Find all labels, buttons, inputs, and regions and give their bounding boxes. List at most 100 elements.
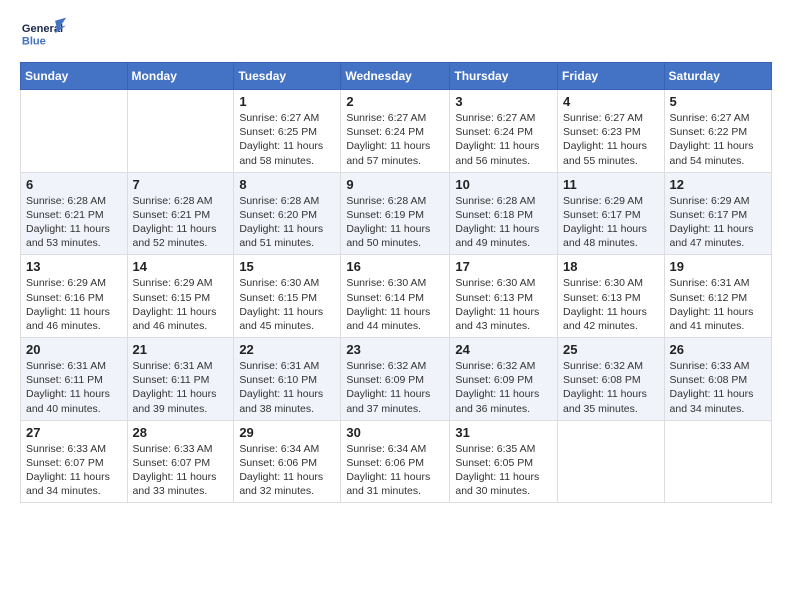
day-info: Sunrise: 6:27 AMSunset: 6:24 PMDaylight:… <box>346 111 444 168</box>
calendar-cell: 7Sunrise: 6:28 AMSunset: 6:21 PMDaylight… <box>127 172 234 255</box>
calendar-cell: 5 Sunrise: 6:27 AMSunset: 6:22 PMDaylight… <box>664 90 771 173</box>
day-number: 19 <box>670 259 766 274</box>
calendar-table: SundayMondayTuesdayWednesdayThursdayFrid… <box>20 62 772 503</box>
day-info: Sunrise: 6:28 AMSunset: 6:20 PMDaylight:… <box>239 194 335 251</box>
logo: General Blue <box>20 16 68 54</box>
calendar-cell: 25 Sunrise: 6:32 AMSunset: 6:08 PMDayligh… <box>558 338 665 421</box>
day-number: 30 <box>346 425 444 440</box>
day-number: 6 <box>26 177 122 192</box>
day-number: 12 <box>670 177 766 192</box>
day-number: 4 <box>563 94 659 109</box>
day-of-week-header: Friday <box>558 63 665 90</box>
day-info: Sunrise: 6:29 AMSunset: 6:15 PMDaylight:… <box>133 276 229 333</box>
day-number: 24 <box>455 342 552 357</box>
calendar-cell <box>127 90 234 173</box>
day-of-week-header: Sunday <box>21 63 128 90</box>
day-info: Sunrise: 6:31 AMSunset: 6:12 PMDaylight:… <box>670 276 766 333</box>
day-info: Sunrise: 6:27 AMSunset: 6:25 PMDaylight:… <box>239 111 335 168</box>
day-info: Sunrise: 6:32 AMSunset: 6:09 PMDaylight:… <box>346 359 444 416</box>
calendar-cell: 14Sunrise: 6:29 AMSunset: 6:15 PMDayligh… <box>127 255 234 338</box>
calendar-week-row: 1 Sunrise: 6:27 AMSunset: 6:25 PMDaylight… <box>21 90 772 173</box>
day-number: 1 <box>239 94 335 109</box>
calendar-header-row: SundayMondayTuesdayWednesdayThursdayFrid… <box>21 63 772 90</box>
day-of-week-header: Monday <box>127 63 234 90</box>
calendar-cell: 20 Sunrise: 6:31 AMSunset: 6:11 PMDayligh… <box>21 338 128 421</box>
day-info: Sunrise: 6:28 AMSunset: 6:19 PMDaylight:… <box>346 194 444 251</box>
calendar-cell <box>21 90 128 173</box>
calendar-cell: 29 Sunrise: 6:34 AMSunset: 6:06 PMDayligh… <box>234 420 341 503</box>
calendar-cell: 6 Sunrise: 6:28 AMSunset: 6:21 PMDaylight… <box>21 172 128 255</box>
calendar-cell: 26 Sunrise: 6:33 AMSunset: 6:08 PMDayligh… <box>664 338 771 421</box>
day-info: Sunrise: 6:33 AMSunset: 6:07 PMDaylight:… <box>26 442 122 499</box>
header: General Blue <box>20 16 772 54</box>
day-number: 8 <box>239 177 335 192</box>
day-number: 29 <box>239 425 335 440</box>
day-info: Sunrise: 6:29 AMSunset: 6:16 PMDaylight:… <box>26 276 122 333</box>
calendar-cell: 21 Sunrise: 6:31 AMSunset: 6:11 PMDayligh… <box>127 338 234 421</box>
day-number: 15 <box>239 259 335 274</box>
day-info: Sunrise: 6:28 AMSunset: 6:21 PMDaylight:… <box>26 194 122 251</box>
day-number: 25 <box>563 342 659 357</box>
day-info: Sunrise: 6:30 AMSunset: 6:13 PMDaylight:… <box>563 276 659 333</box>
day-info: Sunrise: 6:31 AMSunset: 6:11 PMDaylight:… <box>133 359 229 416</box>
day-number: 16 <box>346 259 444 274</box>
calendar-cell: 12 Sunrise: 6:29 AMSunset: 6:17 PMDayligh… <box>664 172 771 255</box>
calendar-week-row: 13 Sunrise: 6:29 AMSunset: 6:16 PMDayligh… <box>21 255 772 338</box>
day-info: Sunrise: 6:35 AMSunset: 6:05 PMDaylight:… <box>455 442 552 499</box>
day-info: Sunrise: 6:29 AMSunset: 6:17 PMDaylight:… <box>670 194 766 251</box>
calendar-cell: 22 Sunrise: 6:31 AMSunset: 6:10 PMDayligh… <box>234 338 341 421</box>
day-number: 23 <box>346 342 444 357</box>
calendar-cell <box>664 420 771 503</box>
day-info: Sunrise: 6:31 AMSunset: 6:11 PMDaylight:… <box>26 359 122 416</box>
calendar-cell: 28Sunrise: 6:33 AMSunset: 6:07 PMDayligh… <box>127 420 234 503</box>
day-number: 26 <box>670 342 766 357</box>
day-number: 22 <box>239 342 335 357</box>
day-info: Sunrise: 6:33 AMSunset: 6:08 PMDaylight:… <box>670 359 766 416</box>
calendar-cell: 18 Sunrise: 6:30 AMSunset: 6:13 PMDayligh… <box>558 255 665 338</box>
calendar-cell: 31Sunrise: 6:35 AMSunset: 6:05 PMDayligh… <box>450 420 558 503</box>
day-info: Sunrise: 6:31 AMSunset: 6:10 PMDaylight:… <box>239 359 335 416</box>
day-info: Sunrise: 6:27 AMSunset: 6:24 PMDaylight:… <box>455 111 552 168</box>
calendar-cell: 17 Sunrise: 6:30 AMSunset: 6:13 PMDayligh… <box>450 255 558 338</box>
day-info: Sunrise: 6:33 AMSunset: 6:07 PMDaylight:… <box>133 442 229 499</box>
calendar-cell: 13 Sunrise: 6:29 AMSunset: 6:16 PMDayligh… <box>21 255 128 338</box>
day-number: 18 <box>563 259 659 274</box>
calendar-cell: 8 Sunrise: 6:28 AMSunset: 6:20 PMDaylight… <box>234 172 341 255</box>
calendar-cell: 19 Sunrise: 6:31 AMSunset: 6:12 PMDayligh… <box>664 255 771 338</box>
day-info: Sunrise: 6:28 AMSunset: 6:21 PMDaylight:… <box>133 194 229 251</box>
day-of-week-header: Saturday <box>664 63 771 90</box>
calendar-cell: 15Sunrise: 6:30 AMSunset: 6:15 PMDayligh… <box>234 255 341 338</box>
day-of-week-header: Wednesday <box>341 63 450 90</box>
calendar-cell: 16Sunrise: 6:30 AMSunset: 6:14 PMDayligh… <box>341 255 450 338</box>
day-of-week-header: Thursday <box>450 63 558 90</box>
day-info: Sunrise: 6:28 AMSunset: 6:18 PMDaylight:… <box>455 194 552 251</box>
calendar-week-row: 27 Sunrise: 6:33 AMSunset: 6:07 PMDayligh… <box>21 420 772 503</box>
calendar-week-row: 20 Sunrise: 6:31 AMSunset: 6:11 PMDayligh… <box>21 338 772 421</box>
day-number: 27 <box>26 425 122 440</box>
page: General Blue SundayMondayTuesdayWednesda… <box>0 0 792 612</box>
day-number: 2 <box>346 94 444 109</box>
day-number: 20 <box>26 342 122 357</box>
calendar-cell: 4 Sunrise: 6:27 AMSunset: 6:23 PMDaylight… <box>558 90 665 173</box>
day-number: 11 <box>563 177 659 192</box>
day-info: Sunrise: 6:34 AMSunset: 6:06 PMDaylight:… <box>346 442 444 499</box>
day-info: Sunrise: 6:27 AMSunset: 6:22 PMDaylight:… <box>670 111 766 168</box>
day-number: 13 <box>26 259 122 274</box>
calendar-cell: 24Sunrise: 6:32 AMSunset: 6:09 PMDayligh… <box>450 338 558 421</box>
calendar-cell: 3 Sunrise: 6:27 AMSunset: 6:24 PMDaylight… <box>450 90 558 173</box>
day-number: 21 <box>133 342 229 357</box>
calendar-cell: 30 Sunrise: 6:34 AMSunset: 6:06 PMDayligh… <box>341 420 450 503</box>
day-info: Sunrise: 6:27 AMSunset: 6:23 PMDaylight:… <box>563 111 659 168</box>
calendar-cell: 2 Sunrise: 6:27 AMSunset: 6:24 PMDaylight… <box>341 90 450 173</box>
day-info: Sunrise: 6:30 AMSunset: 6:13 PMDaylight:… <box>455 276 552 333</box>
calendar-cell <box>558 420 665 503</box>
day-number: 5 <box>670 94 766 109</box>
day-number: 3 <box>455 94 552 109</box>
calendar-cell: 27 Sunrise: 6:33 AMSunset: 6:07 PMDayligh… <box>21 420 128 503</box>
day-info: Sunrise: 6:34 AMSunset: 6:06 PMDaylight:… <box>239 442 335 499</box>
day-number: 17 <box>455 259 552 274</box>
svg-text:Blue: Blue <box>22 36 46 48</box>
day-info: Sunrise: 6:32 AMSunset: 6:08 PMDaylight:… <box>563 359 659 416</box>
calendar-cell: 23 Sunrise: 6:32 AMSunset: 6:09 PMDayligh… <box>341 338 450 421</box>
day-number: 10 <box>455 177 552 192</box>
